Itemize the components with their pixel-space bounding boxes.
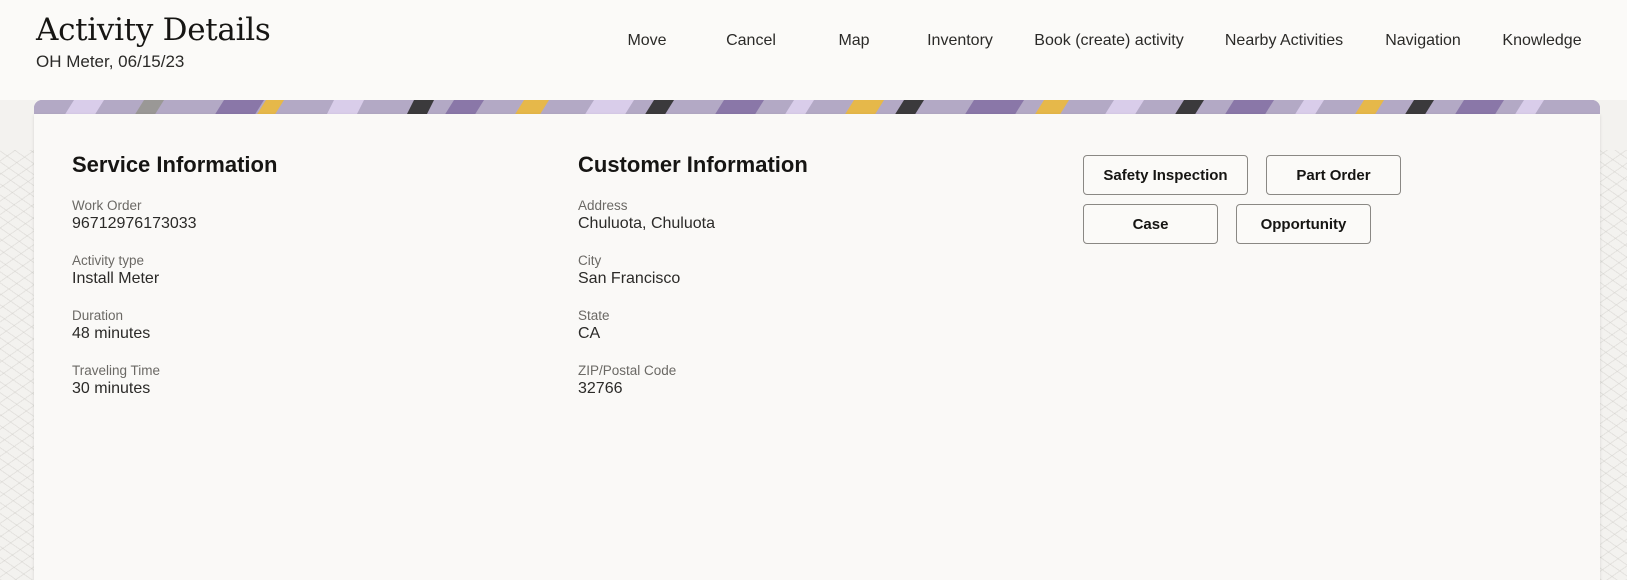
zip-code-label: ZIP/Postal Code: [578, 363, 677, 378]
city-label: City: [578, 253, 602, 268]
nav-knowledge[interactable]: Knowledge: [1502, 32, 1581, 50]
activity-type-label: Activity type: [72, 253, 145, 268]
duration-value: 48 minutes: [72, 325, 151, 342]
nav-cancel[interactable]: Cancel: [726, 32, 776, 50]
activity-type-value: Install Meter: [72, 270, 160, 287]
traveling-time-value: 30 minutes: [72, 380, 151, 397]
nav-navigation[interactable]: Navigation: [1385, 32, 1461, 50]
nav-map[interactable]: Map: [838, 32, 869, 50]
service-information-heading: Service Information: [72, 152, 278, 177]
address-value: Chuluota, Chuluota: [578, 215, 715, 232]
city-value: San Francisco: [578, 270, 681, 287]
page-subtitle: OH Meter, 06/15/23: [36, 52, 185, 71]
work-order-value: 96712976173033: [72, 215, 197, 232]
zip-code-value: 32766: [578, 380, 623, 397]
duration-label: Duration: [72, 308, 124, 323]
customer-information-heading: Customer Information: [578, 152, 808, 177]
part-order-button[interactable]: Part Order: [1266, 155, 1401, 195]
address-label: Address: [578, 198, 628, 213]
nav-move[interactable]: Move: [627, 32, 666, 50]
opportunity-button[interactable]: Opportunity: [1236, 204, 1371, 244]
state-label: State: [578, 308, 610, 323]
work-order-label: Work Order: [72, 198, 142, 213]
activity-details-card: Service Information Work Order 967129761…: [34, 114, 1600, 580]
page-title: Activity Details: [36, 12, 271, 48]
case-button[interactable]: Case: [1083, 204, 1218, 244]
nav-inventory[interactable]: Inventory: [927, 32, 993, 50]
page-header: Activity Details OH Meter, 06/15/23 Move…: [0, 0, 1627, 100]
nav-book-activity[interactable]: Book (create) activity: [1034, 32, 1183, 50]
nav-nearby-activities[interactable]: Nearby Activities: [1225, 32, 1343, 50]
action-nav: Move Cancel Map Inventory Book (create) …: [600, 32, 1627, 56]
traveling-time-label: Traveling Time: [72, 363, 161, 378]
state-value: CA: [578, 325, 601, 342]
safety-inspection-button[interactable]: Safety Inspection: [1083, 155, 1248, 195]
